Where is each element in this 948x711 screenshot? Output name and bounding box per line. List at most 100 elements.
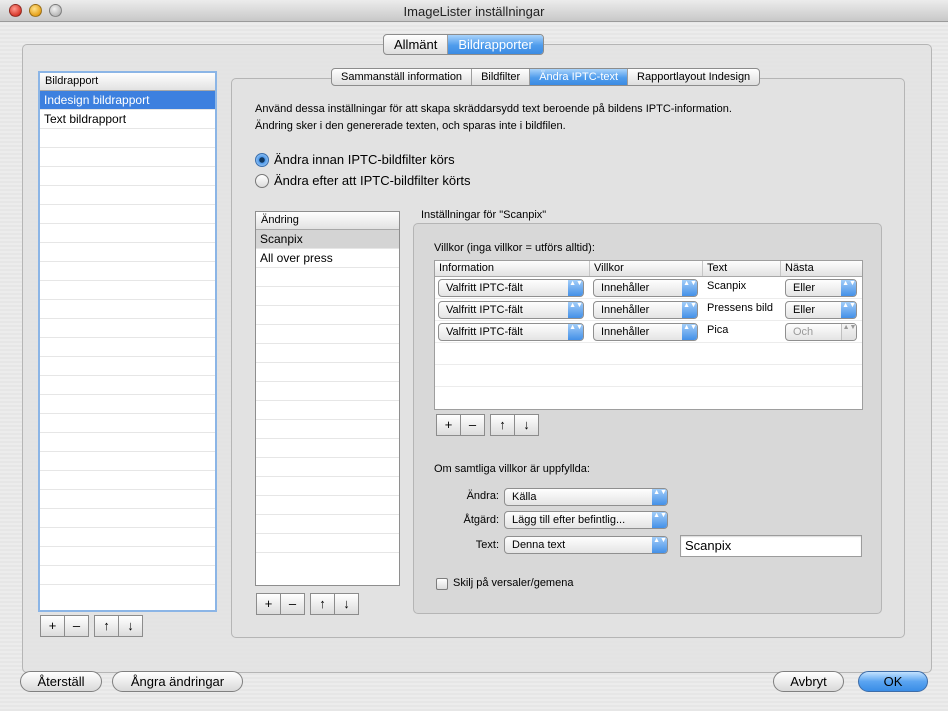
replacement-text-field[interactable]: Scanpix [680, 535, 862, 557]
undo-changes-button[interactable]: Ångra ändringar [112, 671, 243, 692]
table-row[interactable]: Valfritt IPTC-fält ▲▼ Innehåller ▲▼ Pica O… [435, 321, 862, 343]
empty-row [435, 365, 862, 387]
empty-row [40, 509, 215, 528]
remove-condition-button[interactable]: – [460, 414, 485, 436]
information-popup[interactable]: Valfritt IPTC-fält ▲▼ [438, 323, 584, 341]
tab-bildfilter[interactable]: Bildfilter [472, 69, 531, 85]
remove-change-button[interactable]: – [280, 593, 305, 615]
changes-list-header[interactable]: Ändring [256, 212, 399, 230]
tab-andra-iptc[interactable]: Ändra IPTC-text [530, 69, 629, 85]
empty-row [40, 528, 215, 547]
move-down-condition-button[interactable]: ↓ [514, 414, 539, 436]
popup-arrows-icon: ▲▼ [841, 302, 856, 318]
empty-row [40, 224, 215, 243]
radio-before-filter[interactable] [255, 153, 269, 167]
atgard-popup[interactable]: Lägg till efter befintlig... ▲▼ [504, 511, 668, 529]
tab-allmant[interactable]: Allmänt [384, 35, 449, 54]
case-sensitive-checkbox[interactable] [436, 578, 448, 590]
column-information[interactable]: Information [435, 261, 590, 276]
text-label: Text: [475, 539, 499, 551]
ok-button[interactable]: OK [858, 671, 928, 692]
cancel-button[interactable]: Avbryt [773, 671, 844, 692]
empty-row [435, 343, 862, 365]
text-source-popup[interactable]: Denna text ▲▼ [504, 536, 668, 554]
atgard-label: Åtgärd: [463, 514, 499, 526]
move-up-report-button[interactable]: ↑ [94, 615, 119, 637]
empty-row [40, 338, 215, 357]
reset-button[interactable]: Återställ [20, 671, 102, 692]
andra-label: Ändra: [466, 490, 499, 502]
window-title: ImageLister inställningar [403, 4, 545, 19]
radio-after-label[interactable]: Ändra efter att IPTC-bildfilter körts [274, 173, 471, 188]
popup-arrows-icon: ▲▼ [841, 280, 856, 296]
empty-row [40, 148, 215, 167]
description-line-2: Ändring sker i den genererade texten, oc… [255, 120, 566, 132]
information-popup[interactable]: Valfritt IPTC-fält ▲▼ [438, 279, 584, 297]
radio-after-filter[interactable] [255, 174, 269, 188]
empty-row [256, 439, 399, 458]
add-condition-button[interactable]: + [436, 414, 461, 436]
report-list[interactable]: Bildrapport Indesign bildrapport Text bi… [38, 71, 217, 612]
list-item[interactable]: Text bildrapport [40, 110, 215, 129]
empty-row [40, 376, 215, 395]
nasta-popup[interactable]: Eller ▲▼ [785, 279, 857, 297]
list-item[interactable]: All over press [256, 249, 399, 268]
move-down-change-button[interactable]: ↓ [334, 593, 359, 615]
table-row[interactable]: Valfritt IPTC-fält ▲▼ Innehåller ▲▼ Scanpi… [435, 277, 862, 299]
title-bar: ImageLister inställningar [0, 0, 948, 22]
changes-list[interactable]: Ändring Scanpix All over press [255, 211, 400, 586]
table-row[interactable]: Valfritt IPTC-fält ▲▼ Innehåller ▲▼ Presse… [435, 299, 862, 321]
nasta-popup: Och ▲▼ [785, 323, 857, 341]
condition-text[interactable]: Pressens bild [707, 302, 773, 314]
case-sensitive-label[interactable]: Skilj på versaler/gemena [453, 577, 573, 589]
empty-row [256, 458, 399, 477]
tab-sammanstall[interactable]: Sammanställ information [332, 69, 473, 85]
nasta-popup[interactable]: Eller ▲▼ [785, 301, 857, 319]
description-line-1: Använd dessa inställningar för att skapa… [255, 103, 732, 115]
villkor-popup[interactable]: Innehåller ▲▼ [593, 279, 698, 297]
move-up-change-button[interactable]: ↑ [310, 593, 335, 615]
empty-row [40, 566, 215, 585]
remove-report-button[interactable]: – [64, 615, 89, 637]
radio-before-label[interactable]: Ändra innan IPTC-bildfilter körs [274, 152, 455, 167]
sub-tabs: Sammanställ information Bildfilter Ändra… [331, 68, 761, 86]
empty-row [256, 287, 399, 306]
empty-row [40, 433, 215, 452]
popup-arrows-icon: ▲▼ [841, 324, 856, 340]
villkor-popup[interactable]: Innehåller ▲▼ [593, 301, 698, 319]
tab-bildrapporter[interactable]: Bildrapporter [448, 35, 543, 54]
empty-row [40, 471, 215, 490]
popup-arrows-icon: ▲▼ [682, 324, 697, 340]
move-up-condition-button[interactable]: ↑ [490, 414, 515, 436]
conditions-table-header: Information Villkor Text Nästa [435, 261, 862, 277]
report-list-header[interactable]: Bildrapport [40, 73, 215, 91]
popup-arrows-icon: ▲▼ [568, 280, 583, 296]
empty-row [40, 243, 215, 262]
empty-row [256, 401, 399, 420]
information-popup[interactable]: Valfritt IPTC-fält ▲▼ [438, 301, 584, 319]
add-report-button[interactable]: + [40, 615, 65, 637]
empty-row [256, 534, 399, 553]
window-body: Allmänt Bildrapporter Bildrapport Indesi… [0, 23, 948, 711]
column-text[interactable]: Text [703, 261, 781, 276]
empty-row [40, 167, 215, 186]
villkor-popup[interactable]: Innehåller ▲▼ [593, 323, 698, 341]
condition-text[interactable]: Scanpix [707, 280, 746, 292]
conditions-table[interactable]: Information Villkor Text Nästa Valfritt … [434, 260, 863, 410]
empty-row [40, 129, 215, 148]
report-list-buttons: + – ↑ ↓ [40, 615, 143, 637]
empty-row [40, 205, 215, 224]
add-change-button[interactable]: + [256, 593, 281, 615]
list-item[interactable]: Indesign bildrapport [40, 91, 215, 110]
condition-text[interactable]: Pica [707, 324, 728, 336]
column-nasta[interactable]: Nästa [781, 261, 862, 276]
list-item[interactable]: Scanpix [256, 230, 399, 249]
tab-rapportlayout[interactable]: Rapportlayout Indesign [628, 69, 759, 85]
column-villkor[interactable]: Villkor [590, 261, 703, 276]
empty-row [256, 477, 399, 496]
andra-popup[interactable]: Källa ▲▼ [504, 488, 668, 506]
move-down-report-button[interactable]: ↓ [118, 615, 143, 637]
popup-arrows-icon: ▲▼ [652, 512, 667, 528]
empty-row [256, 363, 399, 382]
popup-arrows-icon: ▲▼ [568, 302, 583, 318]
